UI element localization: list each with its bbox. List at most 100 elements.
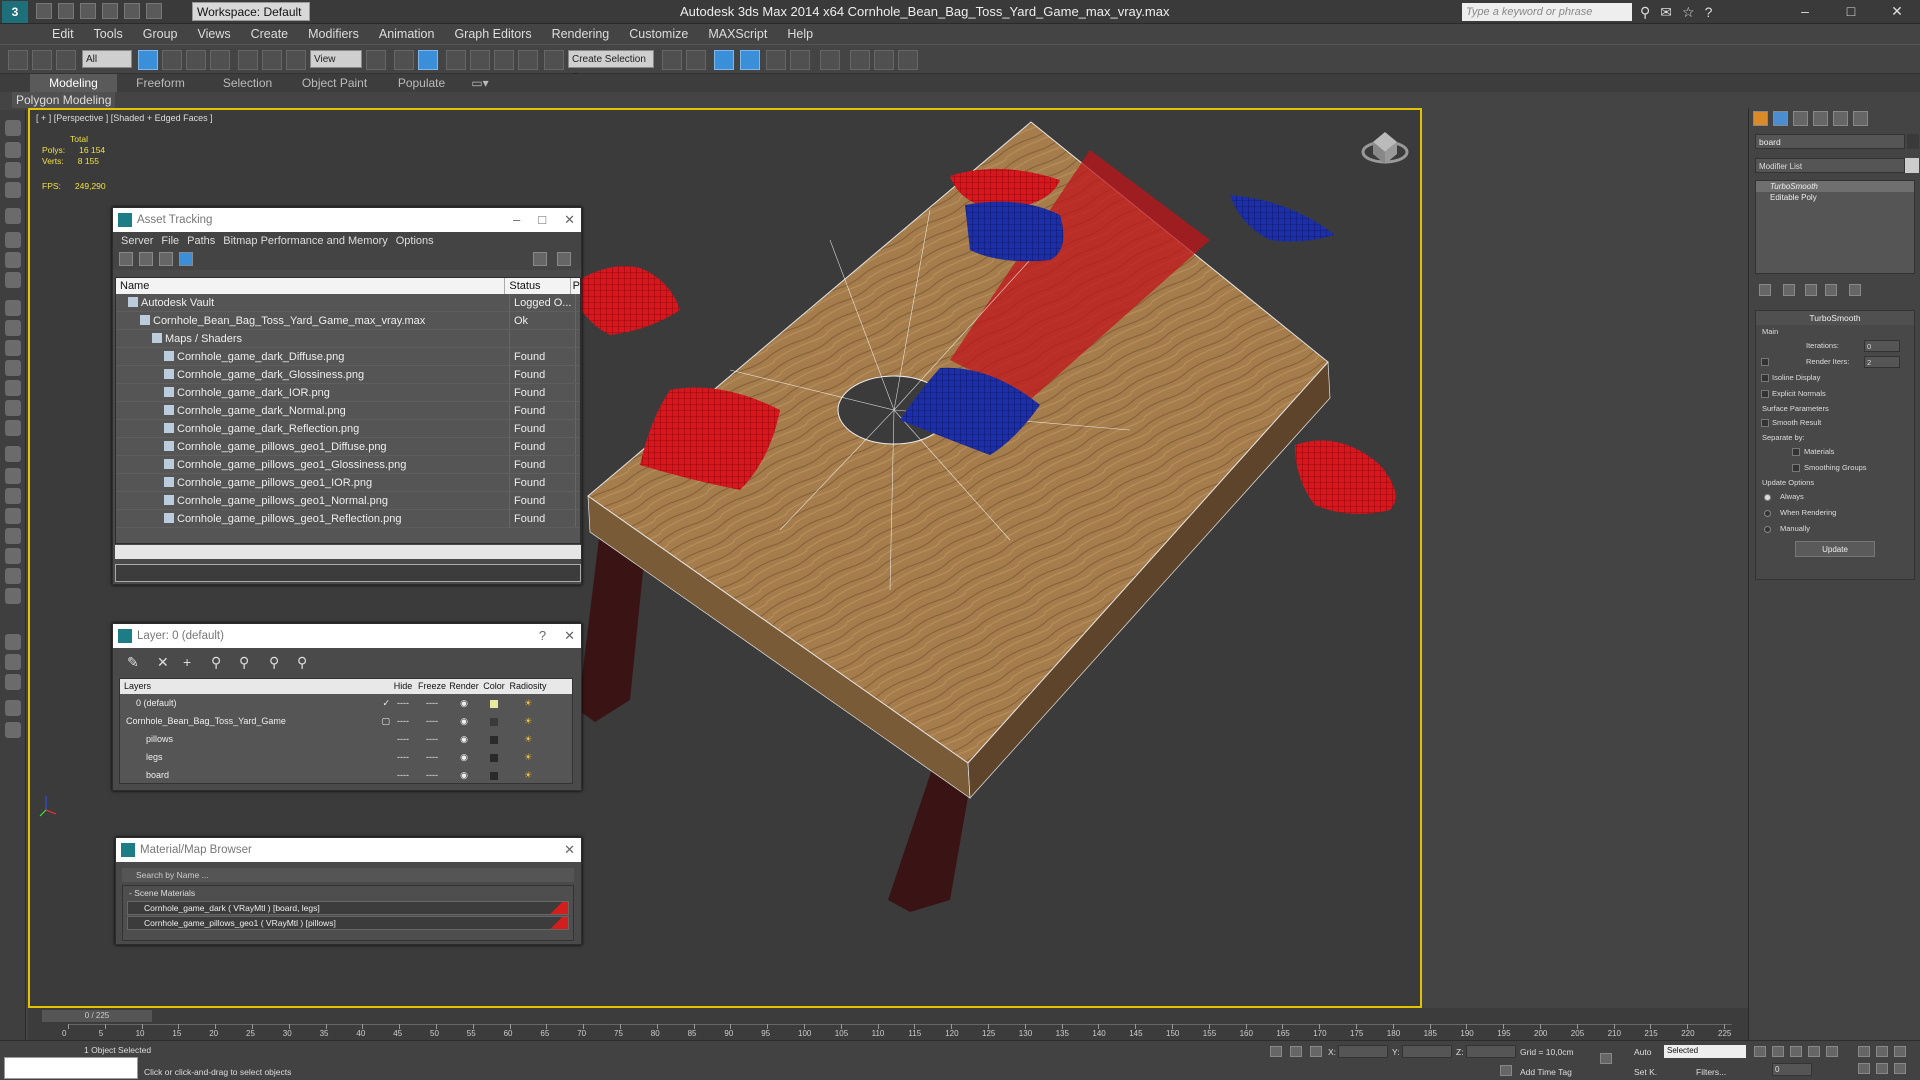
material-search-input[interactable]: Search by Name ... <box>122 868 574 882</box>
make-unique-icon[interactable] <box>1805 284 1817 296</box>
x-coordinate-field[interactable] <box>1338 1045 1388 1058</box>
menu-create[interactable]: Create <box>241 24 299 44</box>
hide-toggle[interactable]: ---- <box>390 712 416 730</box>
motion-tab-icon[interactable] <box>1813 111 1828 126</box>
maximize-button[interactable]: □ <box>1828 0 1874 24</box>
asset-menu-bitmap-performance[interactable]: Bitmap Performance and Memory <box>219 232 391 250</box>
layer-color-swatch[interactable] <box>490 717 498 726</box>
sphere-icon[interactable] <box>5 320 21 336</box>
column-color[interactable]: Color <box>480 679 508 694</box>
globe-icon[interactable] <box>5 528 21 544</box>
list-view-icon[interactable] <box>139 252 153 266</box>
highlight-layer-icon[interactable]: ⚲ <box>239 654 249 671</box>
hide-toggle[interactable]: ---- <box>390 748 416 766</box>
redo-icon[interactable] <box>124 3 140 19</box>
zoom-all-icon[interactable] <box>1876 1046 1888 1057</box>
asset-path-field[interactable] <box>115 564 581 582</box>
column-status[interactable]: Status <box>505 278 571 294</box>
menu-views[interactable]: Views <box>187 24 240 44</box>
layer-row[interactable]: pillows ---- ---- ◉ ☀ <box>120 730 572 748</box>
when-rendering-radio[interactable] <box>1764 510 1771 517</box>
asset-row[interactable]: Cornhole_game_pillows_geo1_IOR.png Found <box>116 474 580 492</box>
menu-animation[interactable]: Animation <box>369 24 445 44</box>
tab-populate[interactable]: Populate <box>378 74 465 92</box>
field-of-view-icon[interactable] <box>1858 1063 1870 1074</box>
explicit-normals-checkbox[interactable] <box>1761 390 1769 398</box>
ribbon-options-icon[interactable]: ▭▾ <box>465 74 495 92</box>
hair-icon[interactable] <box>5 588 21 604</box>
spinner-snap-icon[interactable] <box>518 50 538 70</box>
material-browser-titlebar[interactable]: Material/Map Browser ✕ <box>116 838 581 862</box>
isoline-checkbox[interactable] <box>1761 374 1769 382</box>
hierarchy-tab-icon[interactable] <box>1793 111 1808 126</box>
asset-row[interactable]: Cornhole_game_pillows_geo1_Diffuse.png Fo… <box>116 438 580 456</box>
table-view-icon[interactable] <box>159 252 173 266</box>
rotate-icon[interactable] <box>262 50 282 70</box>
help-search-input[interactable]: Type a keyword or phrase <box>1462 3 1632 21</box>
angle-snap-icon[interactable] <box>470 50 490 70</box>
maxscript-listener[interactable] <box>4 1057 138 1079</box>
communication-icon[interactable]: ✉ <box>1660 4 1672 21</box>
create-tab-icon[interactable] <box>1753 111 1768 126</box>
current-layer-checkbox[interactable]: ▢ <box>320 712 390 730</box>
material-editor-icon[interactable] <box>820 50 840 70</box>
column-extra[interactable]: P <box>571 278 580 294</box>
radiosity-icon[interactable]: ☀ <box>508 712 548 730</box>
asset-menu-paths[interactable]: Paths <box>183 232 219 250</box>
iterations-spinner[interactable]: 0 <box>1864 340 1900 352</box>
mirror-icon[interactable] <box>662 50 682 70</box>
render-production-icon[interactable] <box>898 50 918 70</box>
current-frame-field[interactable]: 0 <box>1772 1063 1812 1076</box>
pin-icon[interactable] <box>1270 1046 1282 1057</box>
tab-freeform[interactable]: Freeform <box>117 74 204 92</box>
close-icon[interactable]: ✕ <box>564 208 575 232</box>
display-tab-icon[interactable] <box>1833 111 1848 126</box>
torus-icon[interactable] <box>5 360 21 376</box>
maximize-viewport-icon[interactable] <box>1894 1063 1906 1074</box>
sound-icon[interactable] <box>5 252 21 268</box>
time-slider[interactable]: 0 / 225 <box>42 1010 152 1022</box>
radiosity-icon[interactable]: ☀ <box>508 748 548 766</box>
asset-row[interactable]: Cornhole_Bean_Bag_Toss_Yard_Game_max_vra… <box>116 312 580 330</box>
snaps-toggle-icon[interactable] <box>446 50 466 70</box>
select-manipulate-icon[interactable] <box>394 50 414 70</box>
materials-checkbox[interactable] <box>1792 448 1800 456</box>
target-icon[interactable] <box>5 420 21 436</box>
material-item[interactable]: Cornhole_game_pillows_geo1 ( VRayMtl ) [… <box>127 916 569 930</box>
asset-row[interactable]: Cornhole_game_dark_IOR.png Found <box>116 384 580 402</box>
window-crossing-icon[interactable] <box>210 50 230 70</box>
layer-manager-icon[interactable] <box>714 50 734 70</box>
minimize-button[interactable]: – <box>1782 0 1828 24</box>
named-selection-sets-dropdown[interactable]: Create Selection S <box>568 50 654 83</box>
plane-icon[interactable] <box>5 300 21 316</box>
freeze-toggle[interactable]: ---- <box>416 748 448 766</box>
binoculars-icon[interactable]: ⚲ <box>1640 4 1650 21</box>
close-icon[interactable]: ✕ <box>564 624 575 648</box>
hide-toggle[interactable]: ---- <box>390 694 416 712</box>
render-teapot-icon[interactable]: ◉ <box>448 712 480 730</box>
absolute-mode-icon[interactable] <box>1310 1046 1322 1057</box>
link-icon[interactable] <box>8 50 28 70</box>
freeze-all-icon[interactable]: ⚲ <box>297 654 307 671</box>
question-icon[interactable] <box>5 722 21 738</box>
tab-selection[interactable]: Selection <box>204 74 291 92</box>
asset-row[interactable]: Cornhole_game_dark_Normal.png Found <box>116 402 580 420</box>
display-icon[interactable] <box>5 272 21 288</box>
hide-all-icon[interactable]: ⚲ <box>269 654 279 671</box>
delete-layer-icon[interactable]: ✕ <box>157 654 169 671</box>
layer-color-swatch[interactable] <box>490 699 498 708</box>
menu-edit[interactable]: Edit <box>42 24 84 44</box>
select-in-layer-icon[interactable]: ⚲ <box>211 654 221 671</box>
rocket-icon[interactable] <box>5 568 21 584</box>
stack-item-editable-poly[interactable]: Editable Poly <box>1756 192 1914 203</box>
pivot-center-icon[interactable] <box>366 50 386 70</box>
render-iters-checkbox[interactable] <box>1761 358 1769 366</box>
freeze-toggle[interactable]: ---- <box>416 712 448 730</box>
set-key-button[interactable]: Set K. <box>1634 1067 1657 1077</box>
layer-row[interactable]: board ---- ---- ◉ ☀ <box>120 766 572 784</box>
add-to-layer-icon[interactable]: + <box>183 654 191 670</box>
bind-space-warp-icon[interactable] <box>56 50 76 70</box>
close-button[interactable]: ✕ <box>1874 0 1920 24</box>
leaf-icon[interactable] <box>5 548 21 564</box>
layer-color-swatch[interactable] <box>490 771 498 780</box>
